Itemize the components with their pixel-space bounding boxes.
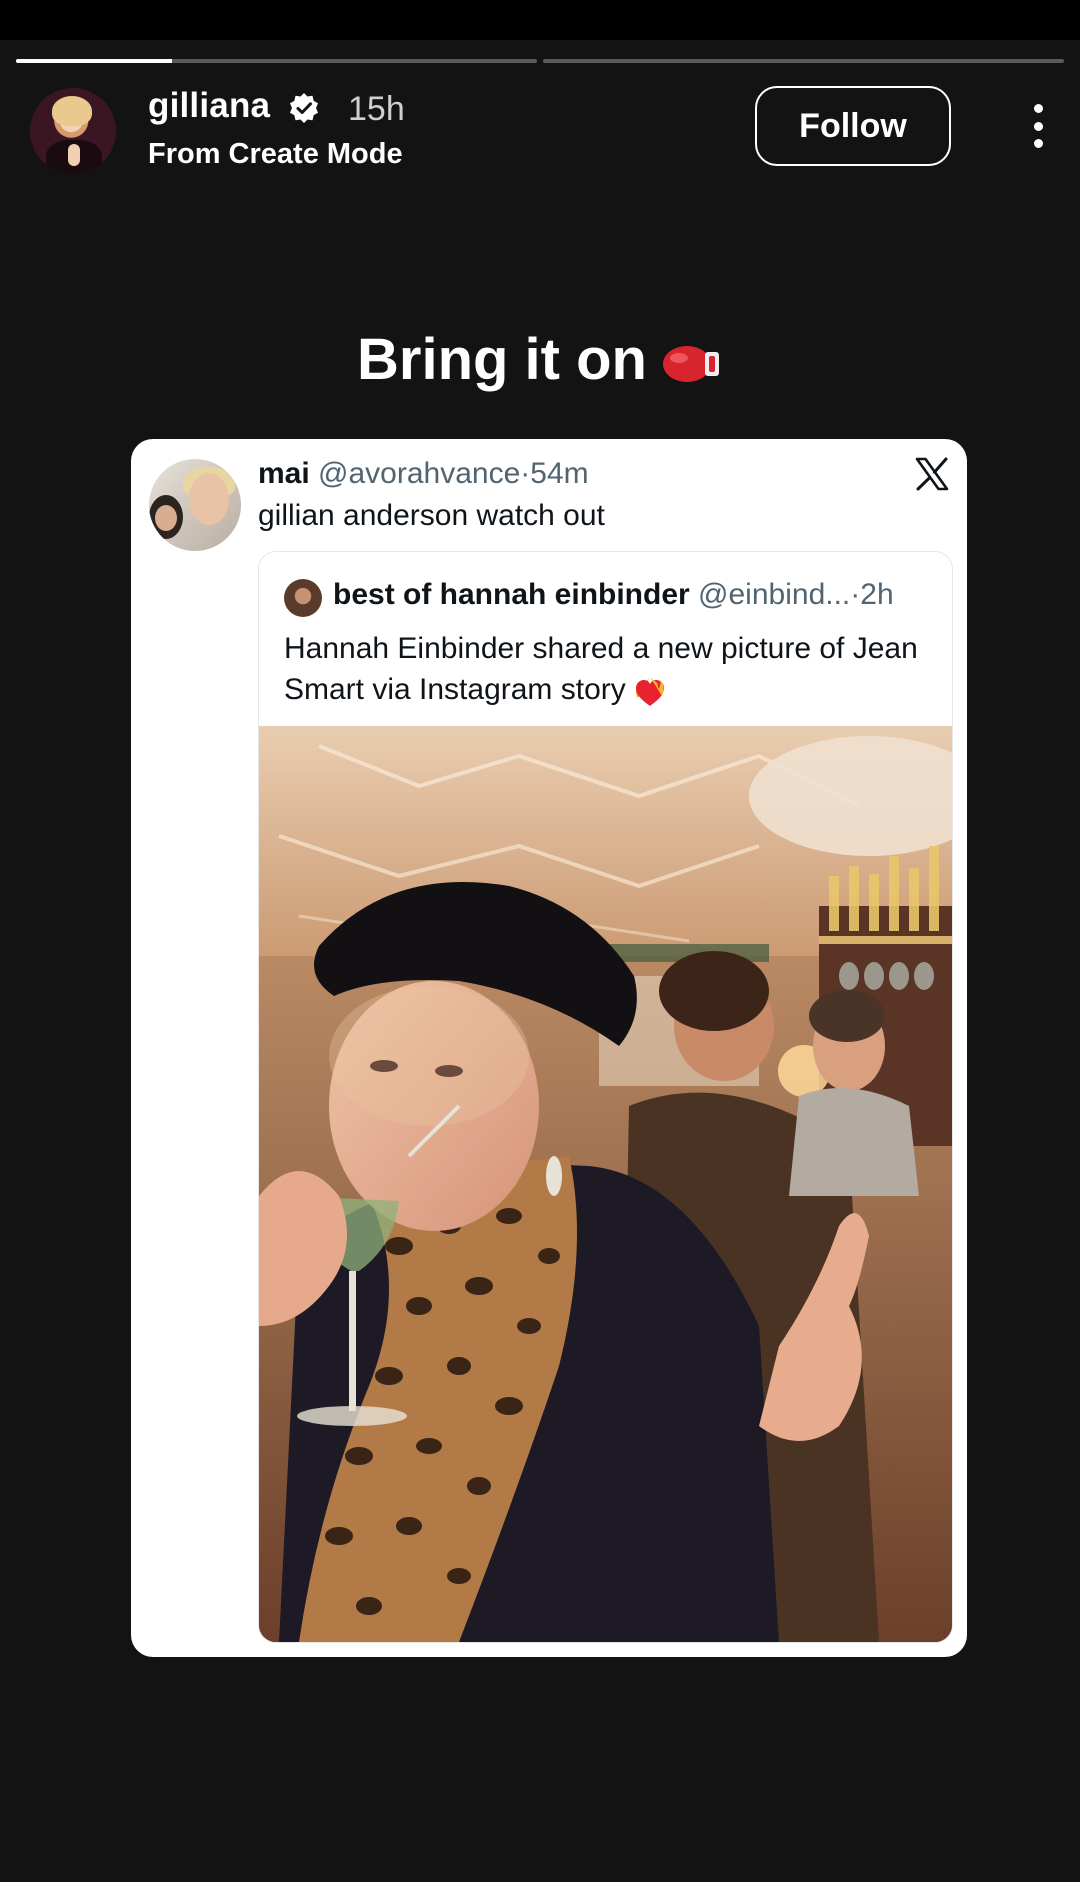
quoted-tweet[interactable]: best of hannah einbinder @einbind...·2h … <box>258 551 953 1643</box>
tweet-header: mai @avorahvance·54m <box>258 457 589 491</box>
tweet-author-name[interactable]: mai <box>258 457 310 490</box>
progress-segment <box>543 59 1064 63</box>
story-caption: Bring it on <box>0 326 1080 393</box>
tweet-separator: · <box>520 457 531 490</box>
status-bar <box>0 0 1080 40</box>
quoted-tweet-text-block: Hannah Einbinder shared a new picture of… <box>284 628 934 710</box>
quoted-separator: · <box>850 578 861 611</box>
tweet-card[interactable]: mai @avorahvance·54m gillian anderson wa… <box>131 439 967 1657</box>
quoted-author-name[interactable]: best of hannah einbinder <box>333 578 690 611</box>
post-time: 15h <box>348 90 405 128</box>
photo-illustration <box>259 726 952 1642</box>
story-header: gilliana 15h From Create Mode Follow <box>30 86 1060 176</box>
tweet-time: 54m <box>530 457 589 490</box>
quoted-author-avatar[interactable] <box>284 579 322 617</box>
user-avatar[interactable] <box>30 88 116 174</box>
quoted-author-handle[interactable]: @einbind... <box>698 578 850 611</box>
quoted-tweet-photo[interactable] <box>259 726 952 1642</box>
boxing-glove-icon <box>662 345 719 382</box>
verified-badge-icon <box>290 93 318 123</box>
follow-button[interactable]: Follow <box>755 86 951 166</box>
quoted-time: 2h <box>860 578 894 611</box>
quoted-tweet-header: best of hannah einbinder @einbind...·2h <box>333 578 894 612</box>
x-logo-icon <box>915 457 949 491</box>
tweet-text: gillian anderson watch out <box>258 499 605 532</box>
user-name[interactable]: gilliana <box>148 86 270 126</box>
more-options-icon[interactable] <box>1030 104 1046 148</box>
story-subtitle: From Create Mode <box>148 138 403 170</box>
tweet-author-handle[interactable]: @avorahvance <box>318 457 520 490</box>
heart-on-fire-icon <box>635 677 664 707</box>
progress-segment <box>16 59 537 63</box>
story-progress-bar <box>16 59 1064 63</box>
caption-text: Bring it on <box>357 327 647 392</box>
quoted-tweet-text: Hannah Einbinder shared a new picture of… <box>284 632 918 706</box>
tweet-author-avatar[interactable] <box>149 459 241 551</box>
